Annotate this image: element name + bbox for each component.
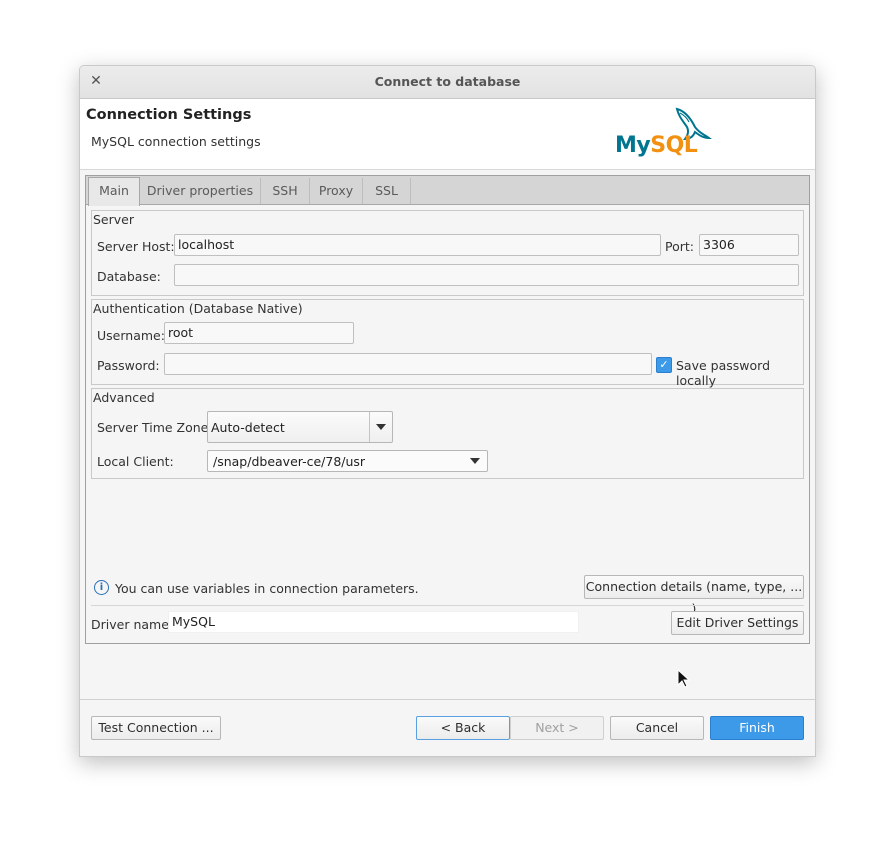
logo-text: MySQL — [615, 133, 698, 158]
tab-panel: Main Driver properties SSH Proxy SSL Ser… — [85, 175, 810, 644]
username-input[interactable]: root — [164, 322, 354, 344]
auth-group: Authentication (Database Native) Usernam… — [91, 299, 804, 388]
chevron-down-icon[interactable] — [470, 458, 480, 464]
edit-driver-settings-button[interactable]: Edit Driver Settings — [671, 611, 804, 635]
info-icon: i — [94, 580, 109, 595]
page-subtitle: MySQL connection settings — [91, 134, 261, 149]
server-group: Server Server Host: localhost Port: 3306… — [91, 210, 804, 296]
driver-name-label: Driver name: — [91, 617, 174, 632]
timezone-value: Auto-detect — [211, 420, 285, 435]
database-input[interactable] — [174, 264, 799, 286]
local-client-select[interactable]: /snap/dbeaver-ce/78/usr — [207, 450, 488, 472]
driver-name-field: MySQL — [168, 611, 579, 633]
database-label: Database: — [97, 269, 161, 284]
page-title: Connection Settings — [86, 107, 252, 123]
tab-driver-properties[interactable]: Driver properties — [140, 178, 261, 204]
timezone-label: Server Time Zone: — [97, 420, 213, 435]
cancel-button[interactable]: Cancel — [610, 716, 704, 740]
username-label: Username: — [97, 328, 165, 343]
connect-dialog: ✕ Connect to database Connection Setting… — [79, 65, 816, 757]
mouse-pointer-icon — [677, 669, 691, 688]
password-label: Password: — [97, 358, 160, 373]
back-button[interactable]: < Back — [416, 716, 510, 740]
timezone-combo[interactable]: Auto-detect — [207, 411, 393, 443]
test-connection-button[interactable]: Test Connection ... — [91, 716, 221, 740]
tab-main[interactable]: Main — [88, 177, 140, 206]
next-button[interactable]: Next > — [510, 716, 604, 740]
port-input[interactable]: 3306 — [699, 234, 799, 256]
tab-ssl[interactable]: SSL — [363, 178, 411, 204]
mysql-logo: MySQL — [615, 105, 715, 161]
advanced-legend: Advanced — [93, 390, 155, 405]
connection-details-button[interactable]: Connection details (name, type, ... ) — [584, 575, 804, 616]
server-legend: Server — [93, 212, 134, 227]
local-client-label: Local Client: — [97, 454, 174, 469]
divider — [91, 605, 804, 606]
password-input[interactable] — [164, 353, 652, 375]
footer-divider — [80, 699, 815, 700]
window-title: Connect to database — [374, 74, 521, 89]
local-client-value: /snap/dbeaver-ce/78/usr — [213, 454, 366, 469]
combo-separator — [369, 412, 370, 442]
save-password-checkbox[interactable]: ✓ — [656, 357, 672, 373]
server-host-input[interactable]: localhost — [174, 234, 661, 256]
finish-button[interactable]: Finish — [710, 716, 804, 740]
advanced-group: Advanced Server Time Zone: Auto-detect L… — [91, 388, 804, 479]
save-password-label[interactable]: Save password locally — [676, 358, 803, 388]
variables-info-text: You can use variables in connection para… — [115, 581, 419, 596]
auth-legend: Authentication (Database Native) — [93, 301, 303, 316]
dialog-header: Connection Settings MySQL connection set… — [80, 99, 815, 170]
port-label: Port: — [665, 239, 694, 254]
title-bar: ✕ Connect to database — [80, 66, 815, 99]
tab-proxy[interactable]: Proxy — [310, 178, 363, 204]
tab-ssh[interactable]: SSH — [261, 178, 310, 204]
tab-bar: Main Driver properties SSH Proxy SSL — [86, 176, 809, 206]
chevron-down-icon[interactable] — [376, 424, 386, 430]
server-host-label: Server Host: — [97, 239, 175, 254]
